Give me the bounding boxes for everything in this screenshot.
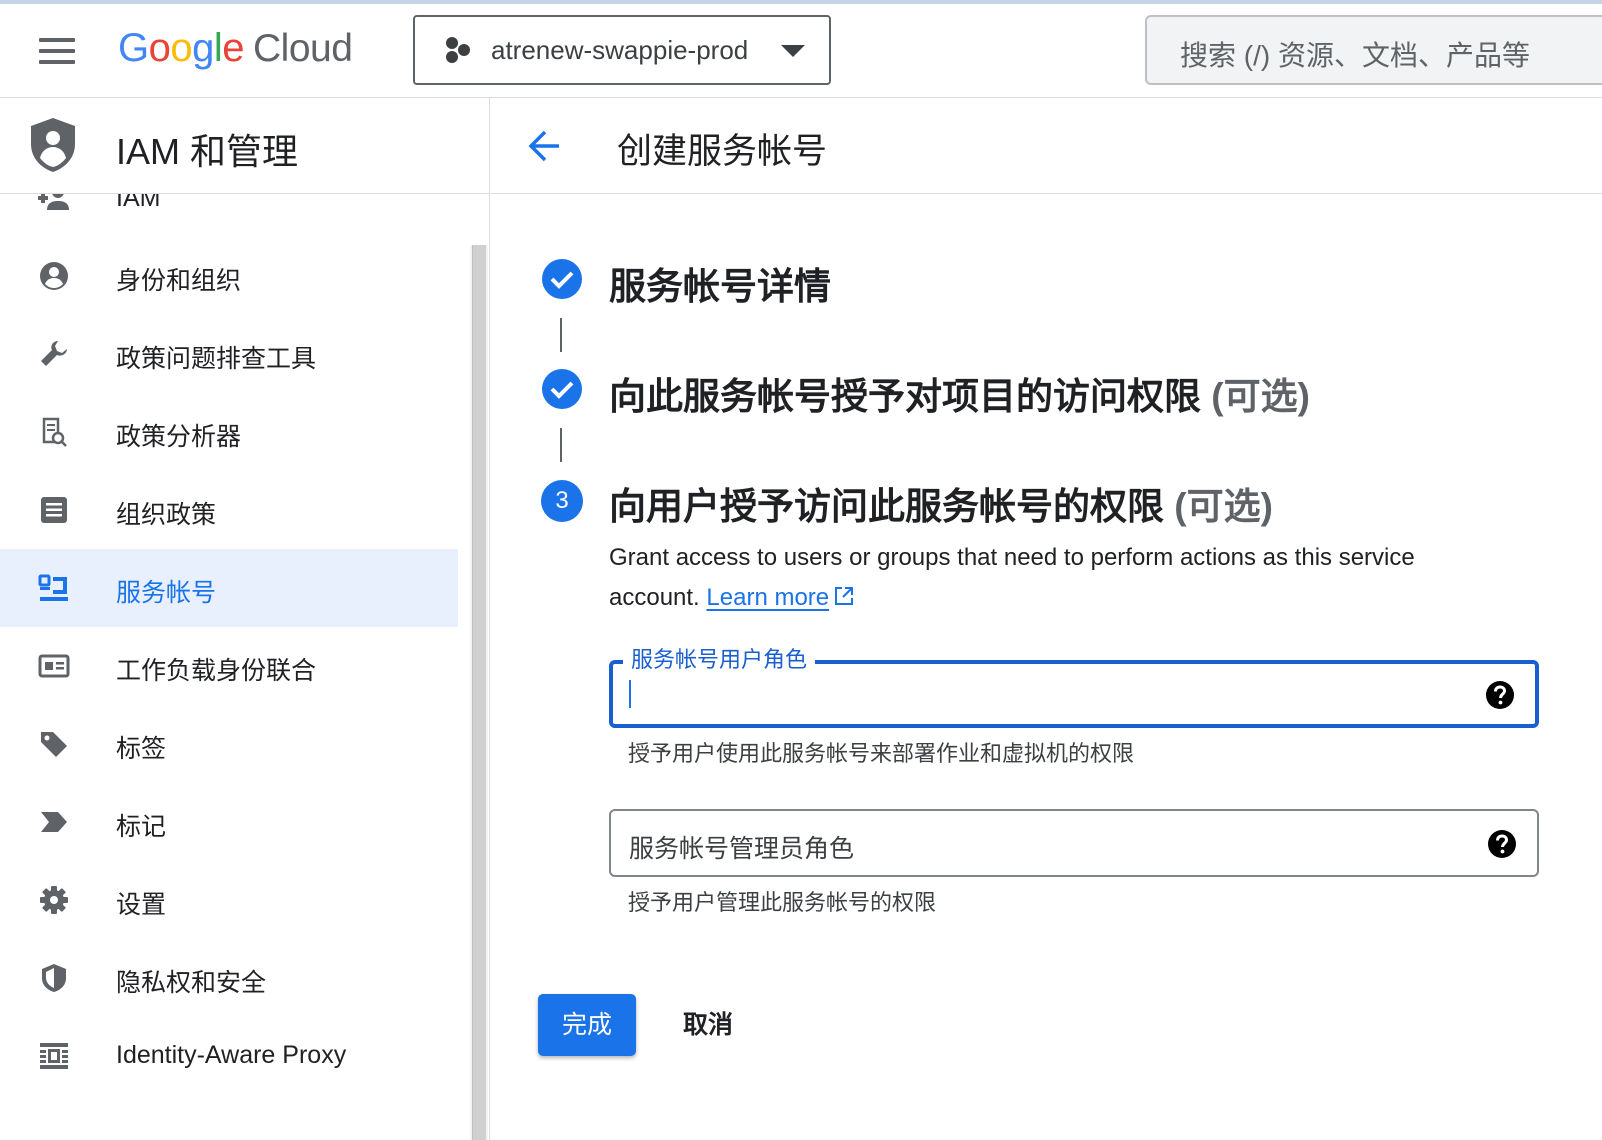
tag-icon	[41, 732, 67, 757]
sidebar: IAM 和管理 IAM 身份和组织 政策问题排查工具 政策分析器 组织政策 服务…	[0, 98, 490, 1140]
step-3-title-text: 向用户授予访问此服务帐号的权限	[609, 486, 1164, 527]
step-2-title[interactable]: 向此服务帐号授予对项目的访问权限 (可选)	[609, 366, 1310, 420]
logo-letter: o	[170, 26, 193, 70]
step-complete-check-icon	[542, 369, 582, 409]
logo-letter: l	[213, 26, 223, 70]
proxy-icon	[40, 1043, 68, 1069]
sidebar-item-label: 标记	[116, 813, 167, 841]
logo-letter: G	[118, 26, 149, 70]
back-arrow-icon[interactable]	[525, 126, 565, 166]
admin-role-hint: 授予用户管理此服务帐号的权限	[628, 890, 937, 915]
step-3-optional: (可选)	[1174, 486, 1273, 527]
project-selector[interactable]: atrenew-swappie-prod	[413, 15, 831, 85]
sidebar-item-policy-troubleshooter[interactable]: 政策问题排查工具	[0, 315, 458, 393]
sidebar-item-label: 隐私权和安全	[116, 969, 267, 997]
user-role-hint: 授予用户使用此服务帐号来部署作业和虚拟机的权限	[628, 741, 1135, 766]
user-role-field-label: 服务帐号用户角色	[623, 642, 816, 674]
open-in-new-icon	[835, 587, 854, 605]
sidebar-item-label: 组织政策	[116, 501, 217, 529]
step-1-title-text: 服务帐号详情	[609, 266, 831, 307]
sidebar-item-privacy-security[interactable]: 隐私权和安全	[0, 939, 458, 1017]
project-name: atrenew-swappie-prod	[491, 35, 749, 65]
policy-analyzer-icon	[42, 417, 67, 447]
help-icon[interactable]	[1485, 680, 1515, 710]
step-connector	[560, 318, 562, 352]
help-icon[interactable]	[1487, 829, 1517, 859]
sidebar-title: IAM 和管理	[116, 131, 299, 172]
logo-letter: e	[222, 26, 245, 70]
logo-cloud-text: Cloud	[253, 27, 353, 70]
step-3-number-badge: 3	[541, 480, 583, 522]
learn-more-link[interactable]: Learn more	[706, 584, 829, 611]
label-arrow-icon	[41, 812, 67, 832]
step-complete-check-icon	[542, 259, 582, 299]
wrench-icon	[41, 341, 67, 366]
sidebar-item-label: 政策分析器	[116, 423, 242, 451]
google-cloud-logo[interactable]: Google Cloud	[118, 26, 353, 76]
top-bar: Google Cloud atrenew-swappie-prod 搜索 (/)…	[0, 4, 1602, 98]
sidebar-item-identity-org[interactable]: 身份和组织	[0, 237, 458, 315]
cancel-button[interactable]: 取消	[663, 994, 753, 1056]
sidebar-item-service-accounts[interactable]: 服务帐号	[0, 549, 458, 627]
logo-letter: o	[148, 26, 171, 70]
sidebar-item-org-policies[interactable]: 组织政策	[0, 471, 458, 549]
sidebar-item-identity-aware-proxy[interactable]: Identity-Aware Proxy	[0, 1017, 458, 1095]
shield-icon	[42, 964, 66, 992]
sidebar-item-label: Identity-Aware Proxy	[116, 1041, 347, 1069]
main-menu-icon[interactable]	[30, 28, 82, 74]
account-circle-icon	[40, 262, 68, 290]
text-cursor	[629, 680, 631, 708]
main-content: 创建服务帐号 服务帐号详情 向此服务帐号授予对项目的访问权限 (可选) 3 向用…	[491, 98, 1602, 1140]
logo-letter: g	[192, 26, 214, 70]
step-1-title[interactable]: 服务帐号详情	[609, 256, 831, 310]
sidebar-item-settings[interactable]: 设置	[0, 861, 458, 939]
sidebar-item-label: 工作负载身份联合	[116, 657, 317, 685]
sidebar-item-label: 设置	[116, 891, 167, 919]
sidebar-item-label: 标签	[116, 735, 167, 763]
learn-more-label: Learn more	[706, 584, 830, 611]
gear-icon	[40, 886, 68, 914]
sidebar-item-label: 身份和组织	[116, 267, 242, 295]
project-hexagons-icon	[446, 37, 470, 63]
sidebar-item-label: 政策问题排查工具	[116, 345, 317, 373]
search-input[interactable]: 搜索 (/) 资源、文档、产品等	[1145, 15, 1602, 85]
iam-shield-icon	[31, 118, 75, 172]
step-3-title: 向用户授予访问此服务帐号的权限 (可选)	[609, 476, 1273, 530]
chevron-down-icon	[781, 45, 805, 57]
sidebar-item-label: 服务帐号	[116, 579, 217, 607]
list-document-icon	[41, 497, 67, 523]
page-title: 创建服务帐号	[617, 132, 828, 171]
sidebar-item-tags[interactable]: 标签	[0, 705, 458, 783]
sidebar-item-policy-analyzer[interactable]: 政策分析器	[0, 393, 458, 471]
page-header: 创建服务帐号	[491, 98, 1602, 194]
id-card-icon	[38, 654, 70, 678]
done-button[interactable]: 完成	[538, 994, 636, 1056]
sidebar-scrollbar-thumb[interactable]	[472, 245, 486, 1140]
search-placeholder: 搜索 (/) 资源、文档、产品等	[1180, 40, 1530, 71]
service-account-icon	[38, 574, 68, 601]
step-description: Grant access to users or groups that nee…	[609, 538, 1509, 618]
service-account-user-role-input[interactable]: 服务帐号用户角色	[609, 642, 1539, 728]
sidebar-item-labels[interactable]: 标记	[0, 783, 458, 861]
admin-role-placeholder: 服务帐号管理员角色	[629, 835, 855, 863]
step-connector	[560, 428, 562, 462]
sidebar-item-workload-identity[interactable]: 工作负载身份联合	[0, 627, 458, 705]
sidebar-header: IAM 和管理	[0, 98, 489, 194]
service-account-admin-role-input[interactable]: 服务帐号管理员角色	[609, 809, 1539, 877]
step-2-title-text: 向此服务帐号授予对项目的访问权限	[609, 376, 1201, 417]
step-2-optional: (可选)	[1211, 376, 1310, 417]
